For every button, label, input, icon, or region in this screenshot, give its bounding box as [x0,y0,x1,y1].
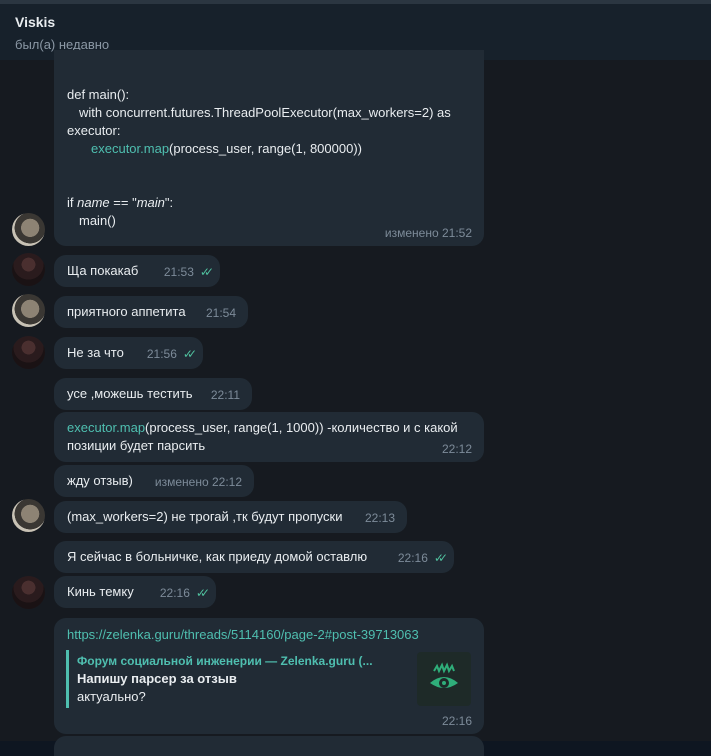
message-time: 21:54 [205,306,236,320]
site-eye-logo-icon [417,652,471,706]
read-checks-icon: ✓✓ [433,551,448,565]
message-text: усе ,можешь тестить [67,386,193,401]
avatar[interactable] [12,576,45,609]
message[interactable]: приятного аппетита 21:54 [54,296,248,328]
message[interactable]: Ща покакаб 21:53 ✓✓ [54,255,220,287]
avatar[interactable] [12,213,45,246]
message-time: 22:12 [441,442,472,456]
message-text: Кинь темку [67,584,134,599]
code-line: executor: [67,123,121,138]
avatar[interactable] [12,253,45,286]
code-line: executor.map(process_user, range(1, 8000… [91,141,362,156]
chat-title[interactable]: Viskis [15,14,55,30]
message[interactable]: усе ,можешь тестить 22:11 [54,378,252,410]
message[interactable] [54,736,484,756]
message[interactable]: жду отзыв) изменено 22:12 [54,465,254,497]
read-checks-icon: ✓✓ [182,347,197,361]
code-line: with concurrent.futures.ThreadPoolExecut… [79,105,451,120]
code-link[interactable]: executor.map [67,420,145,435]
message-text: приятного аппетита [67,304,186,319]
read-checks-icon: ✓✓ [199,265,214,279]
code-line: def main(): [67,87,130,102]
message-text: позиции будет парсить [67,438,206,453]
code-line: main() [79,213,116,228]
code-link[interactable]: executor.map [91,141,169,156]
message-list[interactable]: def main(): with concurrent.futures.Thre… [0,50,711,756]
message-text: executor.map(process_user, range(1, 1000… [67,420,458,435]
message-link-preview[interactable]: https://zelenka.guru/threads/5114160/pag… [54,618,484,734]
message-text: (max_workers=2) не трогай ,тк будут проп… [67,509,343,524]
message-time: 22:16 [441,714,472,728]
preview-description: актуально? [77,689,146,704]
message-code[interactable]: def main(): with concurrent.futures.Thre… [54,50,484,246]
message[interactable]: executor.map(process_user, range(1, 1000… [54,412,484,462]
message[interactable]: (max_workers=2) не трогай ,тк будут проп… [54,501,407,533]
message-text: Не за что [67,345,124,360]
message-time: 21:53 [163,265,194,279]
message-text: жду отзыв) [67,473,133,488]
message-time: 21:56 [146,347,177,361]
code-line: if name == "main": [67,195,174,210]
message[interactable]: Не за что 21:56 ✓✓ [54,337,203,369]
avatar[interactable] [12,336,45,369]
message-meta: изменено 21:52 [384,226,472,240]
message-text: Я сейчас в больничке, как приеду домой о… [67,549,368,564]
message-url-link[interactable]: https://zelenka.guru/threads/5114160/pag… [67,626,419,644]
message-meta: изменено 22:12 [154,475,242,489]
message-time: 22:11 [210,388,240,402]
read-checks-icon: ✓✓ [195,586,210,600]
message-time: 22:13 [364,511,395,525]
message-time: 22:16 [397,551,428,565]
message[interactable]: Я сейчас в больничке, как приеду домой о… [54,541,454,573]
message-text: Ща покакаб [67,263,139,278]
message-time: 22:16 [159,586,190,600]
preview-title: Напишу парсер за отзыв [77,671,237,686]
preview-site-name: Форум социальной инженерии — Zelenka.gur… [77,654,373,668]
avatar[interactable] [12,294,45,327]
message[interactable]: Кинь темку 22:16 ✓✓ [54,576,216,608]
avatar[interactable] [12,499,45,532]
